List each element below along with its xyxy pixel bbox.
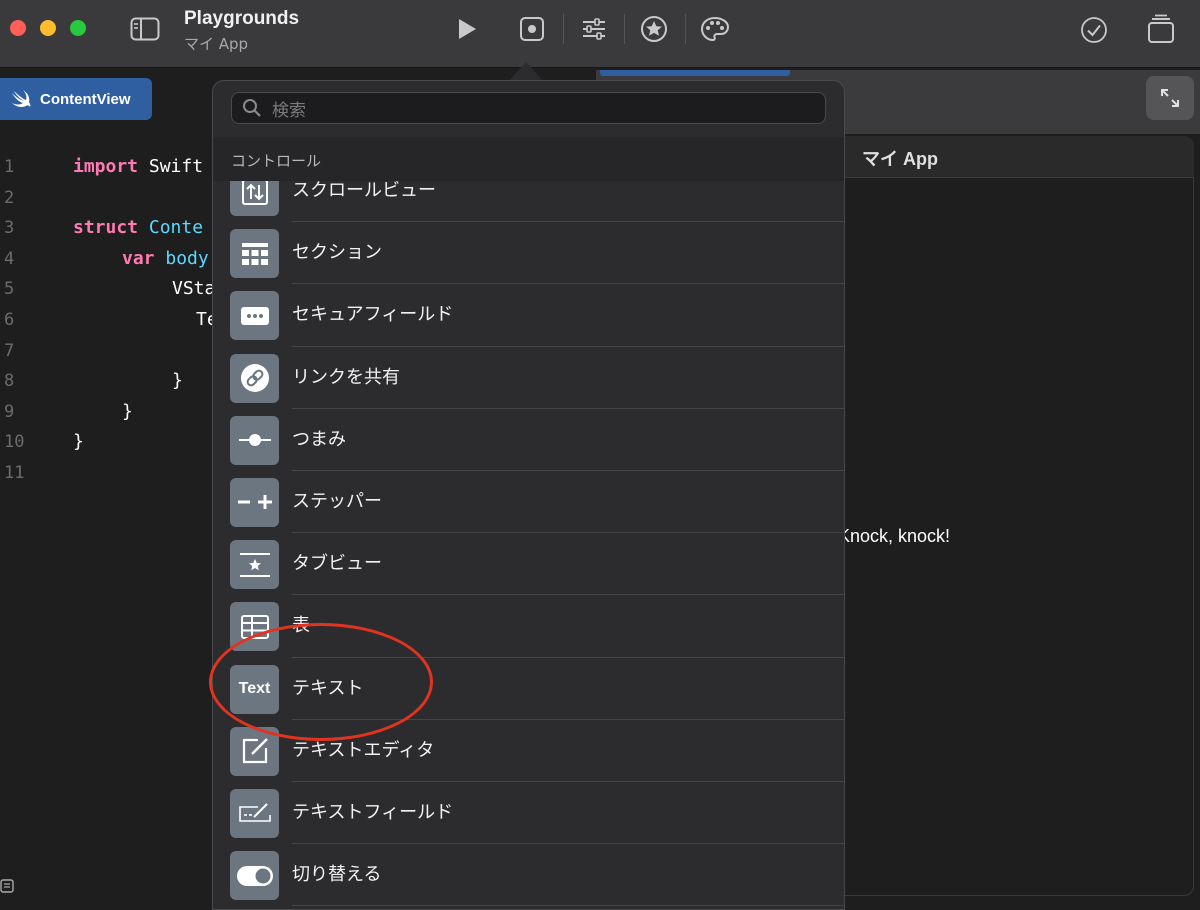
toolbar-separator xyxy=(563,14,564,44)
expand-preview-button[interactable] xyxy=(1146,76,1194,120)
library-item-label: スクロールビュー xyxy=(292,181,436,201)
title-bar: Playgrounds マイ App xyxy=(0,0,1200,68)
line-number: 10 xyxy=(4,432,25,453)
library-item[interactable]: 切り替える xyxy=(213,844,844,907)
run-play-icon[interactable] xyxy=(452,14,482,44)
code-text: Swift xyxy=(138,156,204,177)
library-search-field[interactable]: 検索 xyxy=(231,92,826,124)
library-list[interactable]: スクロールビュー セクション セキュアフィールド リンクを共有 つまみ ステッパ… xyxy=(213,181,844,909)
section-label: コントロール xyxy=(231,152,322,170)
library-item[interactable]: テキストフィールド xyxy=(213,782,844,845)
section-grid-icon xyxy=(230,229,279,279)
line-number: 8 xyxy=(4,371,15,392)
library-item[interactable]: セクション xyxy=(213,222,844,285)
line-number: 11 xyxy=(4,462,25,483)
code-lines: 1 import Swift 2 3 struct Conte 4 var body … xyxy=(0,152,212,489)
code-text: } xyxy=(172,370,183,392)
code-text: VSta xyxy=(172,278,212,300)
window-stack-icon[interactable] xyxy=(1144,12,1178,46)
console-toggle-icon[interactable] xyxy=(0,878,16,898)
code-line: 4 var body xyxy=(0,244,212,275)
library-item-label: 切り替える xyxy=(292,864,382,886)
settings-sliders-icon[interactable] xyxy=(578,14,610,44)
library-item-label: テキストフィールド xyxy=(292,801,454,823)
annotation-circle xyxy=(209,623,433,741)
code-type: Conte xyxy=(138,217,204,239)
xcode-playgrounds-window: Playgrounds マイ App ContentView 1 import … xyxy=(0,0,1200,910)
code-line: 10} xyxy=(0,427,212,458)
tab-label: ContentView xyxy=(40,90,131,108)
code-text: body xyxy=(154,247,209,269)
library-item[interactable]: ステッパー xyxy=(213,471,844,534)
scroll-arrows-icon xyxy=(230,181,279,216)
library-item-label: ステッパー xyxy=(292,490,382,512)
app-subtitle: マイ App xyxy=(184,35,249,53)
code-line: 2 xyxy=(0,183,212,214)
popover-arrow xyxy=(510,62,542,80)
code-text: } xyxy=(122,400,133,422)
code-line: 7 xyxy=(0,336,212,367)
code-line: 11 xyxy=(0,458,212,489)
stepper-icon xyxy=(230,477,279,527)
star-circle-icon[interactable] xyxy=(639,14,669,44)
palette-icon[interactable] xyxy=(698,14,732,44)
line-number: 3 xyxy=(4,218,15,239)
library-item[interactable]: リンクを共有 xyxy=(213,347,844,409)
divider xyxy=(292,905,844,907)
app-title: Playgrounds xyxy=(184,8,300,29)
search-placeholder: 検索 xyxy=(272,100,306,121)
toggle-icon xyxy=(230,851,279,901)
code-editor[interactable]: 1 import Swift 2 3 struct Conte 4 var body … xyxy=(0,152,212,492)
text-field-icon xyxy=(230,788,279,838)
code-text: Te xyxy=(196,308,212,330)
zoom-window-button[interactable] xyxy=(70,20,86,36)
library-item-label: タブビュー xyxy=(292,553,382,575)
close-window-button[interactable] xyxy=(10,20,26,36)
code-line: 9} xyxy=(0,397,212,428)
preview-text-label: Knock, knock! xyxy=(838,526,951,546)
minimize-window-button[interactable] xyxy=(40,20,56,36)
sidebar-toggle-icon[interactable] xyxy=(128,16,162,42)
line-number: 4 xyxy=(4,248,15,269)
library-item-label: リンクを共有 xyxy=(292,366,400,388)
expand-arrows-icon xyxy=(1161,89,1179,107)
code-keyword: struct xyxy=(73,217,139,239)
link-icon xyxy=(230,353,279,403)
line-number: 6 xyxy=(4,309,15,330)
code-keyword: import xyxy=(73,156,139,177)
library-item-label: セキュアフィールド xyxy=(292,304,454,326)
preview-canvas xyxy=(844,136,1194,896)
line-number: 5 xyxy=(4,279,15,300)
code-line: 5 VSta xyxy=(0,274,212,305)
swift-logo-icon xyxy=(12,90,31,107)
code-line: 6 Te xyxy=(0,305,212,336)
library-item-label: つまみ xyxy=(292,428,346,450)
preview-nav-title: マイ App xyxy=(862,149,938,169)
toolbar-separator xyxy=(685,14,686,44)
library-item-label: セクション xyxy=(292,242,382,264)
line-number: 7 xyxy=(4,340,15,361)
library-item[interactable]: タブビュー xyxy=(213,533,844,596)
code-keyword: var xyxy=(122,247,155,269)
search-icon xyxy=(243,99,261,117)
secure-field-dots-icon xyxy=(230,291,279,341)
code-line: 1 import Swift xyxy=(0,152,212,183)
line-number: 2 xyxy=(4,187,15,208)
live-preview-icon[interactable] xyxy=(517,14,547,44)
library-item[interactable]: スクロールビュー xyxy=(213,181,844,223)
library-popover: 検索 スクロールビュー セクション セキュアフィールド リンクを共有 つまみ ス… xyxy=(212,80,845,910)
line-number: 9 xyxy=(4,401,15,422)
tab-star-icon xyxy=(230,540,279,590)
code-line: 8} xyxy=(0,366,212,397)
checkmark-circle-icon[interactable] xyxy=(1078,14,1110,46)
line-number: 1 xyxy=(4,157,15,177)
tab-contentview[interactable]: ContentView xyxy=(0,78,152,120)
toolbar-separator xyxy=(624,14,625,44)
slider-icon xyxy=(230,415,279,465)
library-item[interactable]: つまみ xyxy=(213,409,844,471)
preview-tab-indicator xyxy=(600,70,790,76)
code-line: 3 struct Conte xyxy=(0,213,212,244)
library-item[interactable]: セキュアフィールド xyxy=(213,284,844,347)
code-text: } xyxy=(73,431,84,453)
